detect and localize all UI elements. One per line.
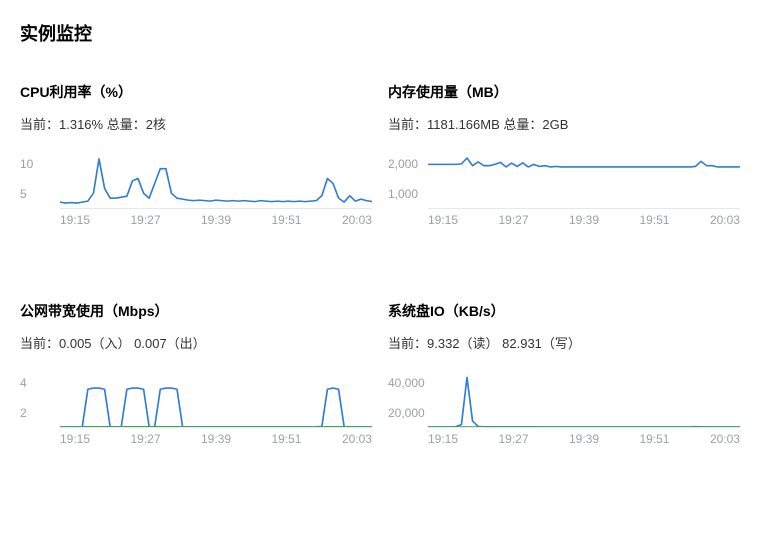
chart-io-title: 系统盘IO（KB/s） [388,301,746,321]
chart-cpu-stats: 当前：1.316% 总量：2核 [20,114,378,133]
y-tick: 4 [20,377,27,389]
chart-cpu: CPU利用率（%） 当前：1.316% 总量：2核 10 5 19:15 19:… [20,82,378,245]
x-tick: 19:15 [60,213,90,227]
chart-bw: 公网带宽使用（Mbps） 当前：0.005（入） 0.007（出） 4 2 19… [20,301,378,464]
chart-cpu-plot [60,149,372,209]
chart-io-y-labels: 40,000 20,000 [388,368,424,428]
x-tick: 20:03 [710,213,740,227]
chart-grid: CPU利用率（%） 当前：1.316% 总量：2核 10 5 19:15 19:… [20,82,746,464]
chart-cpu-svg [60,149,372,208]
chart-bw-title: 公网带宽使用（Mbps） [20,301,378,321]
x-tick: 19:27 [130,213,160,227]
page-title: 实例监控 [20,20,746,46]
chart-mem-plot [428,149,740,209]
y-tick: 20,000 [388,407,425,419]
y-tick: 40,000 [388,377,425,389]
x-tick: 20:03 [342,432,372,446]
y-tick: 5 [20,188,27,200]
chart-cpu-x-labels: 19:15 19:27 19:39 19:51 20:03 [60,213,372,227]
x-tick: 19:15 [428,213,458,227]
x-tick: 19:51 [271,432,301,446]
x-tick: 19:39 [569,432,599,446]
chart-io-area: 40,000 20,000 19:15 19:27 19:39 19:51 20… [388,368,746,464]
chart-io-stats: 当前：9.332（读） 82.931（写） [388,333,746,352]
chart-io-plot [428,368,740,428]
x-tick: 19:51 [639,432,669,446]
chart-mem-title: 内存使用量（MB） [388,82,746,102]
chart-cpu-y-labels: 10 5 [20,149,56,209]
chart-bw-svg [60,368,372,427]
x-tick: 20:03 [342,213,372,227]
y-tick: 1,000 [388,188,418,200]
chart-mem: 内存使用量（MB） 当前：1181.166MB 总量：2GB 2,000 1,0… [388,82,746,245]
chart-mem-x-labels: 19:15 19:27 19:39 19:51 20:03 [428,213,740,227]
x-tick: 19:51 [639,213,669,227]
x-tick: 19:15 [60,432,90,446]
chart-mem-stats: 当前：1181.166MB 总量：2GB [388,114,746,133]
chart-bw-area: 4 2 19:15 19:27 19:39 19:51 20:03 [20,368,378,464]
x-tick: 19:39 [201,213,231,227]
chart-io-svg [428,368,740,427]
x-tick: 19:51 [271,213,301,227]
x-tick: 19:39 [201,432,231,446]
chart-bw-stats: 当前：0.005（入） 0.007（出） [20,333,378,352]
chart-mem-svg [428,149,740,208]
x-tick: 19:15 [428,432,458,446]
chart-bw-plot [60,368,372,428]
x-tick: 19:27 [130,432,160,446]
chart-cpu-area: 10 5 19:15 19:27 19:39 19:51 20:03 [20,149,378,245]
chart-mem-area: 2,000 1,000 19:15 19:27 19:39 19:51 20:0… [388,149,746,245]
chart-io-x-labels: 19:15 19:27 19:39 19:51 20:03 [428,432,740,446]
x-tick: 19:27 [498,213,528,227]
chart-cpu-title: CPU利用率（%） [20,82,378,102]
y-tick: 2 [20,407,27,419]
chart-bw-y-labels: 4 2 [20,368,56,428]
chart-mem-y-labels: 2,000 1,000 [388,149,424,209]
x-tick: 19:27 [498,432,528,446]
chart-io: 系统盘IO（KB/s） 当前：9.332（读） 82.931（写） 40,000… [388,301,746,464]
chart-bw-x-labels: 19:15 19:27 19:39 19:51 20:03 [60,432,372,446]
x-tick: 19:39 [569,213,599,227]
y-tick: 2,000 [388,158,418,170]
x-tick: 20:03 [710,432,740,446]
y-tick: 10 [20,158,33,170]
